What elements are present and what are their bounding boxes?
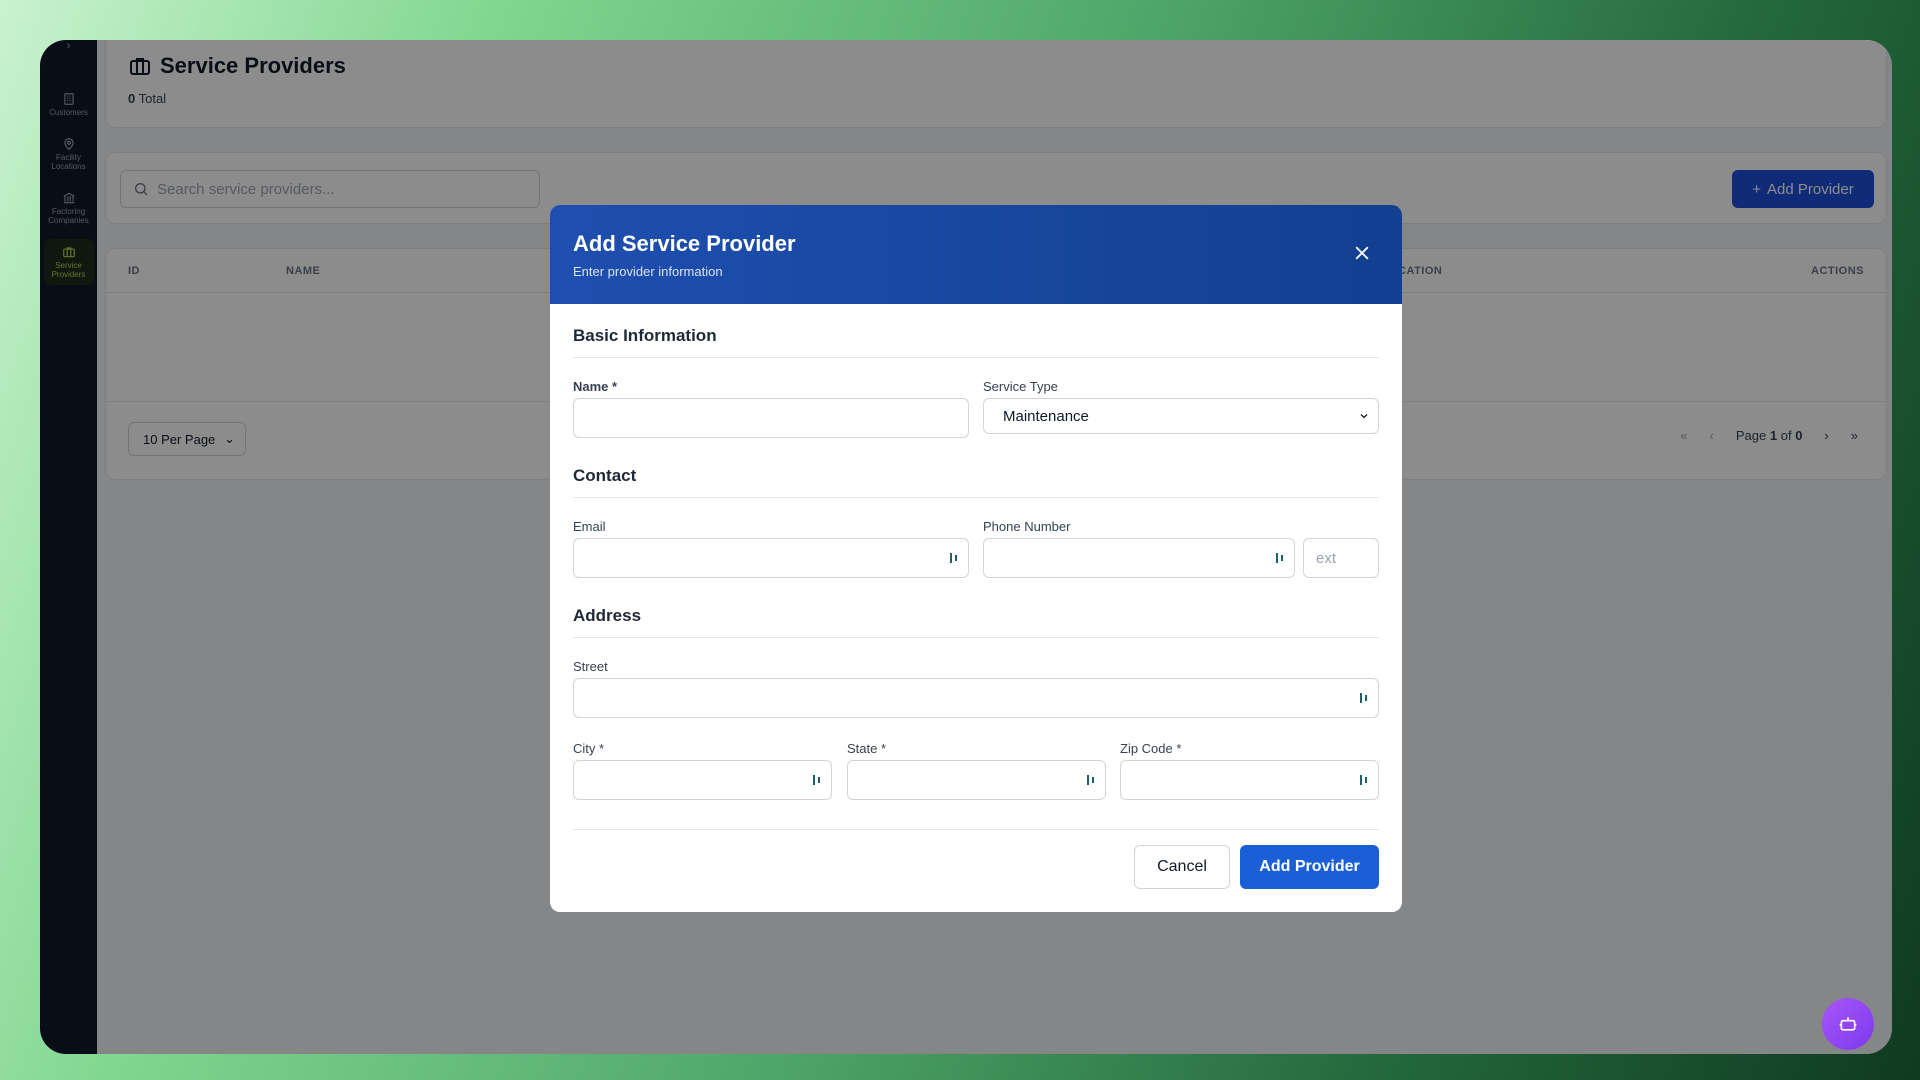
app-window: › Customers Facility Locations Factoring…: [40, 40, 1892, 1054]
footer-divider: [573, 829, 1379, 830]
section-contact: Contact: [573, 466, 637, 485]
close-icon: [1355, 246, 1369, 260]
chevron-down-icon: [1360, 414, 1368, 419]
modal-header: Add Service Provider Enter provider info…: [550, 205, 1402, 304]
zip-input[interactable]: [1120, 760, 1379, 800]
cancel-button[interactable]: Cancel: [1134, 845, 1230, 889]
city-label: City *: [573, 741, 605, 756]
close-modal-button[interactable]: [1352, 243, 1372, 263]
assistant-bot-button[interactable]: [1822, 998, 1874, 1050]
street-label: Street: [573, 659, 608, 674]
section-divider: [573, 497, 1379, 498]
street-input[interactable]: [573, 678, 1379, 718]
autofill-icon[interactable]: [1087, 773, 1099, 787]
robot-icon: [1839, 1017, 1857, 1031]
phone-input[interactable]: [983, 538, 1295, 578]
section-divider: [573, 637, 1379, 638]
state-input[interactable]: [847, 760, 1106, 800]
section-divider: [573, 357, 1379, 358]
service-type-value: Maintenance: [1003, 407, 1089, 425]
name-input[interactable]: [573, 398, 969, 438]
autofill-icon[interactable]: [950, 551, 962, 565]
name-label: Name *: [573, 379, 618, 394]
state-label: State *: [847, 741, 887, 756]
add-provider-submit-button[interactable]: Add Provider: [1240, 845, 1379, 889]
autofill-icon[interactable]: [1360, 691, 1372, 705]
phone-ext-input[interactable]: ext: [1303, 538, 1379, 578]
add-provider-modal: Add Service Provider Enter provider info…: [550, 205, 1402, 912]
city-input[interactable]: [573, 760, 832, 800]
phone-label: Phone Number: [983, 519, 1071, 534]
autofill-icon[interactable]: [813, 773, 825, 787]
modal-title: Add Service Provider: [573, 231, 796, 256]
zip-label: Zip Code *: [1120, 741, 1182, 756]
email-label: Email: [573, 519, 606, 534]
autofill-icon[interactable]: [1360, 773, 1372, 787]
autofill-icon[interactable]: [1276, 551, 1288, 565]
section-basic-information: Basic Information: [573, 326, 717, 345]
ext-placeholder: ext: [1316, 549, 1337, 567]
section-address: Address: [573, 606, 642, 625]
service-type-select[interactable]: Maintenance: [983, 398, 1379, 434]
email-input[interactable]: [573, 538, 969, 578]
service-type-label: Service Type: [983, 379, 1058, 394]
modal-subtitle: Enter provider information: [573, 264, 723, 279]
